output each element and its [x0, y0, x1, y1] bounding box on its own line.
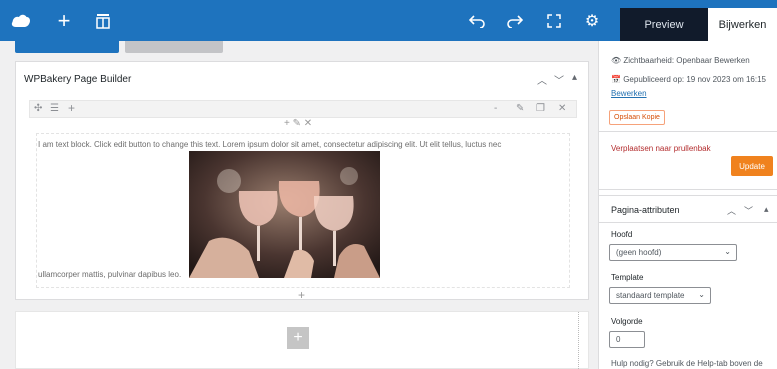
text-block-content[interactable]: I am text block. Click edit button to ch…: [38, 140, 568, 149]
builder-area: WPBakery Page Builder ︿ ﹀ ▴ ✣ ☰ + - ✎ ❐ …: [15, 61, 589, 369]
order-input[interactable]: 0: [609, 331, 645, 348]
wine-toast-image[interactable]: [189, 151, 380, 278]
visibility-text: Zichtbaarheid: Openbaar Bewerken: [623, 56, 750, 65]
preview-button[interactable]: Preview: [620, 8, 708, 41]
order-label: Volgorde: [611, 317, 643, 326]
update-button[interactable]: Update: [731, 156, 773, 176]
column-edit-icon[interactable]: ✎: [293, 118, 301, 129]
frontend-editor-button[interactable]: [125, 41, 223, 53]
published-text: Gepubliceerd op: 19 nov 2023 om 16:15: [623, 75, 766, 84]
column-delete-icon[interactable]: ✕: [304, 118, 312, 129]
settings-gear-icon[interactable]: ⚙: [581, 0, 603, 41]
collapse-down-icon[interactable]: ﹀: [554, 72, 564, 87]
row-toggle-icon[interactable]: -: [494, 103, 497, 114]
visibility-status: 👁 Zichtbaarheid: Openbaar Bewerken: [611, 56, 750, 65]
column-add-icon[interactable]: +: [284, 118, 290, 129]
add-new-element-icon[interactable]: +: [287, 327, 309, 349]
order-value: 0: [616, 335, 621, 344]
add-element-plus-icon[interactable]: +: [298, 288, 305, 302]
page-attributes-title: Pagina-attributen: [611, 205, 680, 215]
row-edit-icon[interactable]: ✎: [516, 103, 524, 114]
divider: [599, 189, 777, 190]
attributes-down-icon[interactable]: ﹀: [744, 204, 753, 217]
panel-title: WPBakery Page Builder: [24, 74, 132, 85]
editor-toolbar: + ⚙ Preview Bijwerken: [0, 0, 777, 41]
attributes-toggle-icon[interactable]: ▴: [764, 204, 769, 215]
chevron-down-icon: ⌄: [698, 290, 705, 299]
eye-icon: 👁: [611, 56, 622, 65]
divider: [599, 131, 777, 132]
add-column-icon[interactable]: +: [68, 101, 75, 115]
calendar-icon: 📅: [611, 75, 621, 84]
redo-icon[interactable]: [504, 0, 526, 41]
column-tools: + ✎ ✕: [284, 118, 312, 129]
edit-date-link[interactable]: Bewerken: [611, 89, 647, 98]
backend-editor-button[interactable]: [15, 41, 119, 53]
templates-icon[interactable]: [92, 0, 114, 41]
scroll-divider: [578, 312, 580, 369]
parent-select[interactable]: (geen hoofd) ⌄: [609, 244, 737, 261]
wordpress-logo-icon[interactable]: [10, 0, 32, 41]
add-element-icon[interactable]: +: [53, 0, 75, 41]
wpbakery-panel: WPBakery Page Builder ︿ ﹀ ▴ ✣ ☰ + - ✎ ❐ …: [15, 61, 589, 302]
save-copy-button[interactable]: Opslaan Kopie: [609, 110, 665, 125]
attributes-up-icon[interactable]: ︿: [727, 204, 736, 217]
move-to-trash-link[interactable]: Verplaatsen naar prullenbak: [611, 144, 711, 153]
divider: [599, 195, 777, 196]
settings-sidebar: 👁 Zichtbaarheid: Openbaar Bewerken 📅 Gep…: [598, 41, 777, 369]
published-date: 📅 Gepubliceerd op: 19 nov 2023 om 16:15: [611, 75, 766, 84]
template-label: Template: [611, 273, 644, 282]
help-text: Hulp nodig? Gebruik de Help-tab boven de: [611, 359, 763, 368]
row-toolbar: ✣ ☰ + - ✎ ❐ ✕: [29, 100, 577, 118]
divider: [599, 222, 777, 223]
fullscreen-icon[interactable]: [543, 0, 565, 41]
row-clone-icon[interactable]: ❐: [536, 103, 545, 114]
template-value: standaard template: [616, 291, 685, 300]
parent-value: (geen hoofd): [616, 248, 662, 257]
chevron-down-icon: ⌄: [724, 247, 731, 256]
update-page-button[interactable]: Bijwerken: [708, 8, 777, 41]
text-block-content-end[interactable]: ullamcorper mattis, pulvinar dapibus leo…: [38, 270, 181, 279]
parent-label: Hoofd: [611, 230, 633, 239]
row-move-icon[interactable]: ✣: [34, 103, 42, 114]
row-delete-icon[interactable]: ✕: [558, 103, 566, 114]
panel-toggle-icon[interactable]: ▴: [572, 72, 577, 83]
template-select[interactable]: standaard template ⌄: [609, 287, 711, 304]
collapse-up-icon[interactable]: ︿: [537, 72, 547, 87]
row-layout-icon[interactable]: ☰: [50, 103, 59, 114]
undo-icon[interactable]: [466, 0, 488, 41]
